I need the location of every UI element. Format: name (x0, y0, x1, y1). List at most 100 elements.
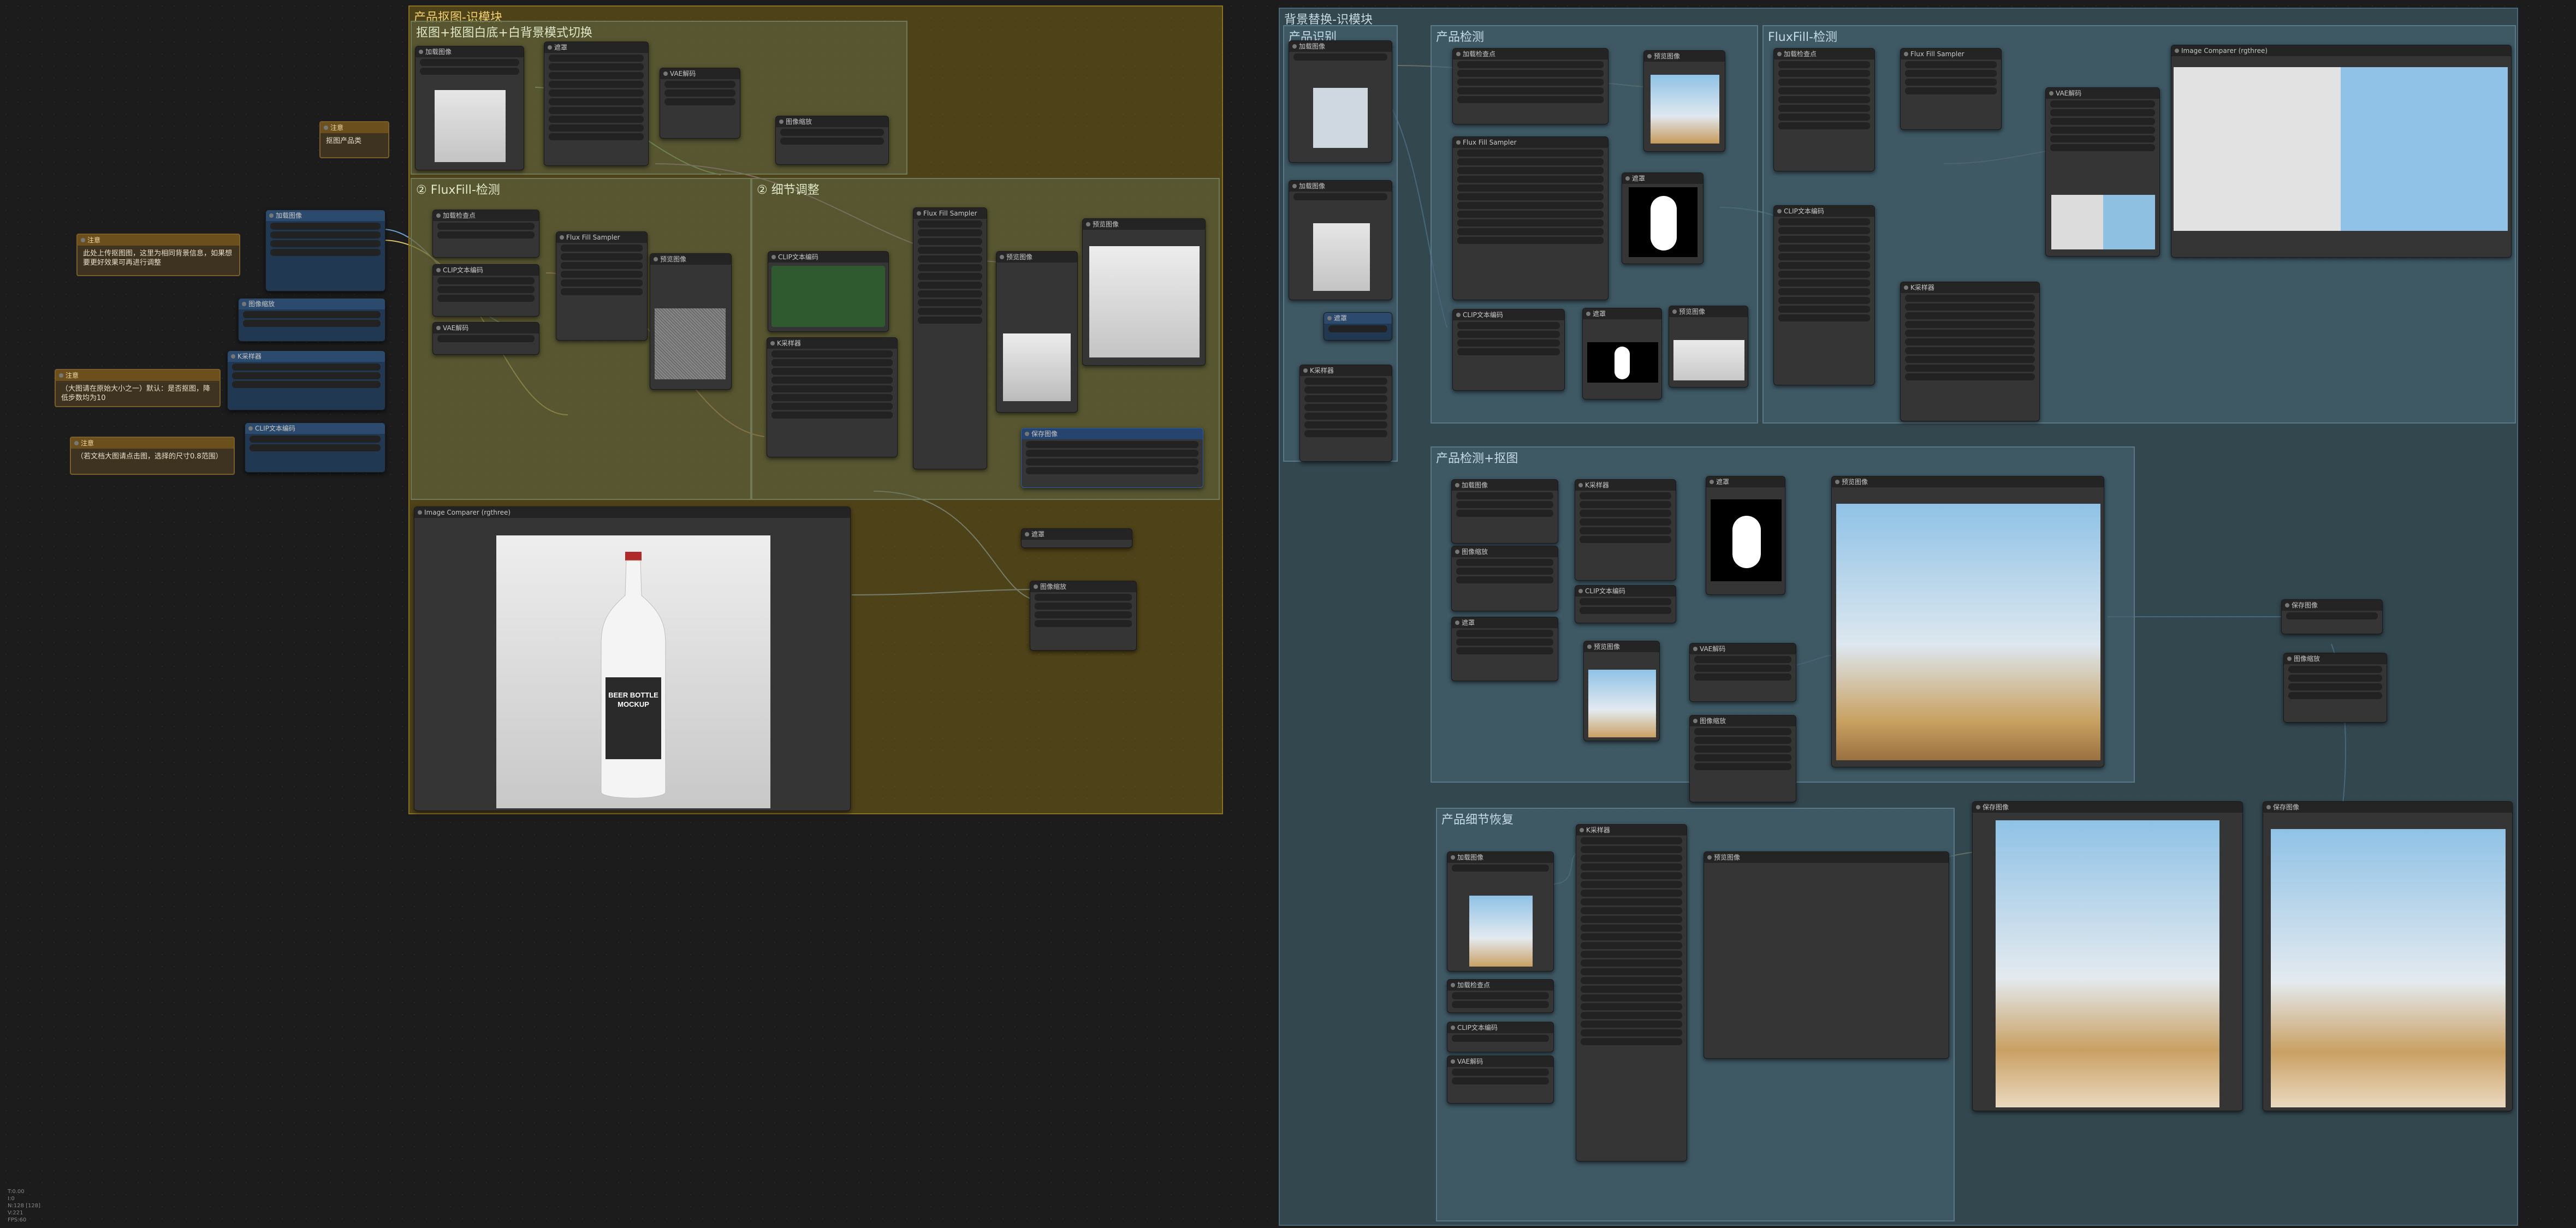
note-4[interactable]: 注意 （若文档大图请点击图，选择的尺寸0.8范围） (70, 437, 235, 475)
fill-node-c[interactable]: Flux Fill Sampler (1900, 48, 2002, 130)
bg-load-image-1[interactable]: 加载图像 (1289, 40, 1392, 163)
bg-preview-a[interactable]: 预览图像 (1643, 50, 1725, 152)
small-node-2[interactable]: 图像缩放 (775, 116, 889, 165)
detect-big-preview[interactable]: 预览图像 (1831, 476, 2104, 767)
loader-node-c[interactable]: VAE解码 (432, 322, 539, 355)
stat-line: I:0 (8, 1196, 15, 1202)
bg-mask-preview-2[interactable]: 遮罩 (1582, 308, 1662, 400)
node-title: 遮罩 (1324, 313, 1392, 324)
right-node-a[interactable]: 保存图像 (2281, 599, 2383, 634)
detect-node-f[interactable]: VAE解码 (1689, 643, 1796, 702)
small-node-4[interactable]: 图像缩放 (1030, 581, 1137, 651)
small-node-3[interactable]: 遮罩 (1021, 528, 1132, 548)
canvas-stats: T:0.00 I:0 N:128 [128] V:221 FPS:60 (8, 1188, 40, 1224)
fill-node-e[interactable]: VAE解码 (2045, 87, 2160, 257)
group-title: 产品检测+抠图 (1436, 452, 1518, 466)
node-title: K采样器 (1901, 282, 2039, 293)
note-title: 注意 (78, 235, 239, 246)
bg-param-node[interactable]: K采样器 (1299, 365, 1392, 462)
node-title: K采样器 (1300, 365, 1392, 376)
detect-preview[interactable]: 预览图像 (1583, 641, 1660, 741)
config-node-2[interactable]: 图像缩放 (238, 298, 385, 342)
node-title: VAE解码 (2046, 88, 2159, 99)
bg-node-a[interactable]: 加载检查点 (1452, 48, 1608, 124)
node-title: 加载检查点 (433, 210, 539, 221)
final-preview-1[interactable]: 保存图像 (1972, 801, 2243, 1111)
restore-param-node[interactable]: K采样器 (1576, 824, 1687, 1161)
config-node-4[interactable]: CLIP文本编码 (245, 422, 385, 473)
node-title: 加载检查点 (1447, 980, 1553, 991)
node-title: 加载图像 (1289, 181, 1392, 192)
bg-blue-small[interactable]: 遮罩 (1323, 312, 1392, 341)
node-title: 图像缩放 (239, 299, 385, 309)
node-title: CLIP文本编码 (433, 265, 539, 276)
config-node-3[interactable]: K采样器 (227, 350, 385, 410)
stat-line: T:0.00 (8, 1189, 25, 1195)
detect-node-d[interactable]: K采样器 (1575, 479, 1676, 581)
fill-compare-node[interactable]: Image Comparer (rgthree) (2171, 45, 2512, 258)
noise-preview-node[interactable]: 预览图像 (650, 253, 732, 390)
bottle-thumbnail-2 (1313, 223, 1370, 291)
note-1[interactable]: 注意 抠图产品类 (319, 121, 389, 158)
bg-preview-b[interactable]: 预览图像 (1669, 306, 1748, 388)
bottle-thumbnail (435, 90, 506, 162)
restore-node-b[interactable]: CLIP文本编码 (1447, 1022, 1554, 1052)
node-title: 遮罩 (544, 42, 648, 53)
bottle-graphic (601, 552, 666, 798)
detect-node-c[interactable]: 遮罩 (1451, 617, 1558, 681)
green-node[interactable]: CLIP文本编码 (768, 251, 889, 332)
detect-mask[interactable]: 遮罩 (1706, 476, 1785, 595)
preview-small-node[interactable]: 预览图像 (996, 251, 1078, 413)
group-title: ② FluxFill-检测 (416, 183, 500, 197)
mid-node[interactable]: Flux Fill Sampler (913, 207, 987, 469)
perfume-thumb (1651, 75, 1719, 144)
detect-node-a[interactable]: 加载图像 (1451, 479, 1558, 544)
restore-empty-node[interactable]: 预览图像 (1704, 851, 1949, 1059)
detect-thumb (1588, 670, 1656, 737)
small-node-1[interactable]: VAE解码 (660, 68, 740, 139)
restore-node-a[interactable]: 加载检查点 (1447, 979, 1554, 1013)
bottom-blue-node[interactable]: 保存图像 (1021, 428, 1203, 488)
note-2[interactable]: 注意 此处上传抠图图，这里为相同背景信息，如果想要更好效果可再进行调整 (76, 234, 240, 276)
detect-node-e[interactable]: CLIP文本编码 (1575, 585, 1676, 623)
mask-image-2 (1587, 342, 1658, 383)
fill-node-b[interactable]: CLIP文本编码 (1773, 205, 1875, 385)
prompt-node[interactable]: K采样器 (767, 337, 898, 457)
right-node-b[interactable]: 图像缩放 (2283, 653, 2387, 723)
node-title: K采样器 (228, 351, 385, 362)
compare-image (2174, 67, 2508, 231)
fill-node-a[interactable]: 加载检查点 (1773, 48, 1875, 171)
note-3[interactable]: 注意 （大图请在原始大小之一）默认：是否抠图，降低步数均为10 (55, 369, 221, 407)
restore-load-image[interactable]: 加载图像 (1447, 851, 1554, 971)
settings-node[interactable]: 遮罩 (544, 41, 649, 166)
bg-load-image-2[interactable]: 加载图像 (1289, 180, 1392, 300)
group-title: FluxFill-检测 (1768, 31, 1838, 44)
bg-node-b[interactable]: Flux Fill Sampler (1452, 136, 1608, 300)
stat-line: V:221 (8, 1210, 23, 1216)
load-image-node[interactable]: 加载图像 (415, 46, 524, 170)
note-title: 注意 (320, 122, 388, 133)
image-comparer-node[interactable]: Image Comparer (rgthree) BEER BOTTLE MOC… (414, 506, 851, 811)
group-title: ② 细节调整 (757, 183, 820, 197)
flux-sampler-node[interactable]: Flux Fill Sampler (556, 231, 648, 341)
note-text: 此处上传抠图图，这里为相同背景信息，如果想要更好效果可再进行调整 (83, 249, 233, 267)
node-title: 加载检查点 (1774, 49, 1874, 59)
mask-image (1629, 187, 1697, 257)
final-preview-2[interactable]: 保存图像 (2263, 801, 2513, 1111)
detect-node-b[interactable]: 图像缩放 (1451, 546, 1558, 611)
config-node-1[interactable]: 加载图像 (265, 210, 385, 291)
node-title: Flux Fill Sampler (1453, 137, 1608, 148)
restore-node-c[interactable]: VAE解码 (1447, 1056, 1554, 1104)
loader-node-a[interactable]: 加载检查点 (432, 210, 539, 258)
node-title: CLIP文本编码 (1575, 586, 1676, 597)
node-title: 图像缩放 (1030, 581, 1136, 592)
bg-node-c[interactable]: CLIP文本编码 (1452, 309, 1565, 391)
beer-bottle-poster: BEER BOTTLE MOCKUP (496, 535, 770, 808)
preview-big-node[interactable]: 预览图像 (1082, 218, 1206, 366)
node-title: 加载图像 (1447, 852, 1553, 863)
node-title: CLIP文本编码 (1447, 1022, 1553, 1033)
bg-mask-preview[interactable]: 遮罩 (1622, 172, 1704, 264)
loader-node-b[interactable]: CLIP文本编码 (432, 264, 539, 317)
fill-node-d[interactable]: K采样器 (1900, 282, 2040, 421)
detect-node-g[interactable]: 图像缩放 (1689, 715, 1796, 802)
